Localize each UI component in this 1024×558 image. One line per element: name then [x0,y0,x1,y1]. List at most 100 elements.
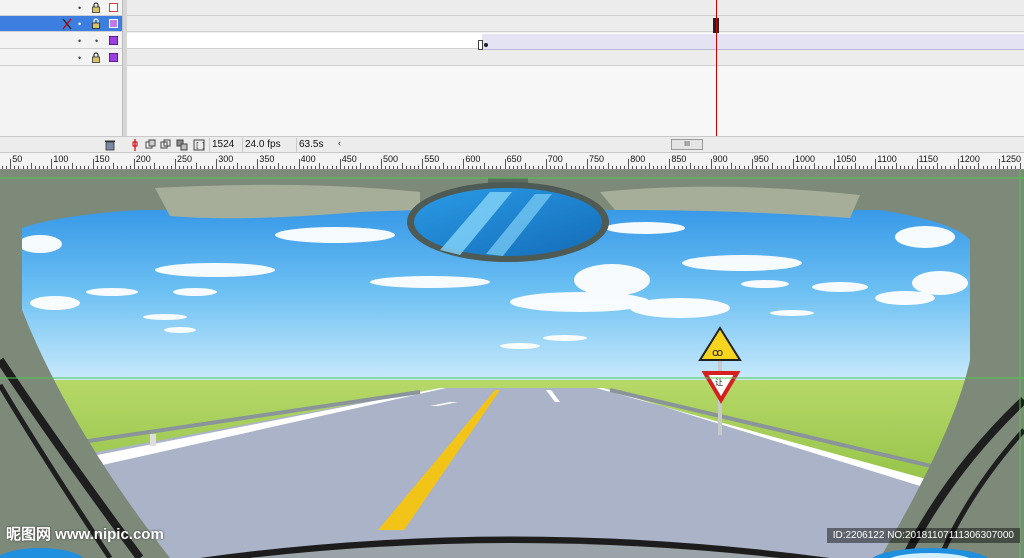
ruler-tick [385,166,387,169]
ruler-tick [67,166,69,169]
ruler-tick [302,166,304,169]
ruler-tick [607,163,609,169]
elapsed-time: 63.5s [296,138,325,152]
ruler-tick [743,166,745,169]
ruler-tick [694,166,696,169]
ruler-tick [669,159,671,169]
frame-row[interactable] [127,16,1024,32]
horizontal-scrollbar-thumb[interactable]: III [671,139,703,150]
ruler-tick [137,166,139,169]
ruler-tick [549,166,551,169]
layer-row[interactable]: • • [0,33,122,49]
ruler-tick [970,166,972,169]
ruler-label: 1250 [1001,154,1022,164]
modify-markers-icon[interactable]: [ ] [193,139,205,151]
ruler-tick [1,166,3,169]
edit-multiple-frames-icon[interactable] [176,139,188,151]
ruler-label: 800 [630,154,646,164]
ruler-tick [249,166,251,169]
ruler-tick [496,166,498,169]
ruler-tick [920,166,922,169]
ruler-tick [113,163,115,169]
ruler-tick [904,166,906,169]
ruler-tick [104,166,106,169]
stage-canvas[interactable]: ꝏ 让 昵图网 www.nipic.com ID:2206122 NO:2018… [0,170,1024,558]
onion-skin-outlines-icon[interactable] [160,139,172,151]
ruler-tick [801,166,803,169]
ruler-tick [133,159,135,169]
ruler-tick [595,166,597,169]
keyframe-marker[interactable] [478,40,483,50]
ruler-tick [619,166,621,169]
ruler-tick [175,159,176,169]
playhead[interactable] [716,0,717,136]
ruler-tick [22,166,24,169]
layer-outline-color-icon[interactable] [109,19,118,28]
center-frame-icon[interactable] [129,139,141,151]
scroll-left-arrow[interactable]: ‹ [338,138,341,148]
frame-rate[interactable]: 24.0 fps [242,138,283,152]
ruler-label: 1100 [877,154,897,164]
ruler-tick [587,159,588,169]
frame-row[interactable] [127,50,1024,66]
ruler-tick [381,159,382,169]
timeline-panel: • • • • • [] 1524 24.0 fps 63.5s ‹ III [0,0,1024,153]
ruler-tick [479,166,481,169]
ruler-tick [207,166,209,169]
ruler-tick [179,166,181,169]
ruler-tick [170,166,172,169]
ruler-tick [986,166,988,169]
ruler-tick [18,166,20,169]
layer-row[interactable]: • [0,0,122,16]
ruler-label: 200 [135,154,151,164]
ruler-tick [582,166,584,169]
ruler-tick [838,166,840,169]
ruler-tick [821,166,823,169]
onion-skin-icon[interactable] [145,139,157,151]
lock-dot[interactable]: • [95,36,101,46]
tween-span[interactable] [482,34,1024,50]
ruler-tick [562,166,564,169]
ruler-tick [39,166,41,169]
ruler-label: 950 [753,154,769,164]
ruler-tick [558,166,560,169]
ruler-tick [665,166,667,169]
keyframe-dot[interactable] [484,43,488,47]
ruler-tick [591,166,593,169]
ruler-tick [722,166,724,169]
visibility-dot[interactable]: • [78,19,84,29]
frame-row[interactable] [127,0,1024,16]
lock-icon[interactable] [92,52,100,63]
ruler-tick [372,166,374,169]
layer-outline-color-icon[interactable] [109,3,118,12]
visibility-dot[interactable]: • [78,36,84,46]
trash-icon[interactable] [104,139,116,151]
ruler-tick [755,166,757,169]
ruler-label: 650 [506,154,522,164]
ruler-tick [446,166,448,169]
lock-icon[interactable] [92,2,100,13]
ruler-tick [55,166,57,169]
ruler-tick [88,166,90,169]
visibility-dot[interactable]: • [78,3,84,13]
layer-outline-color-icon[interactable] [109,36,118,45]
ruler-tick [681,166,683,169]
ruler-tick [278,163,279,169]
ruler-tick [879,166,881,169]
ruler-tick [974,166,976,169]
watermark-id: ID:2206122 NO:20181107111306307000 [826,528,1020,543]
ruler-tick [376,166,378,169]
layer-outline-color-icon[interactable] [109,53,118,62]
ruler-tick [109,166,111,169]
lock-icon[interactable] [92,18,100,29]
layer-row[interactable]: • [0,50,122,66]
layer-row-selected[interactable]: • [0,16,122,32]
ruler-tick [554,166,556,169]
ruler-tick [727,166,729,169]
ruler-tick [661,166,663,169]
ruler-tick [306,166,308,169]
visibility-dot[interactable]: • [78,53,84,63]
ruler-tick [912,166,914,169]
ruler-tick [10,159,12,169]
ruler-tick [842,166,844,169]
